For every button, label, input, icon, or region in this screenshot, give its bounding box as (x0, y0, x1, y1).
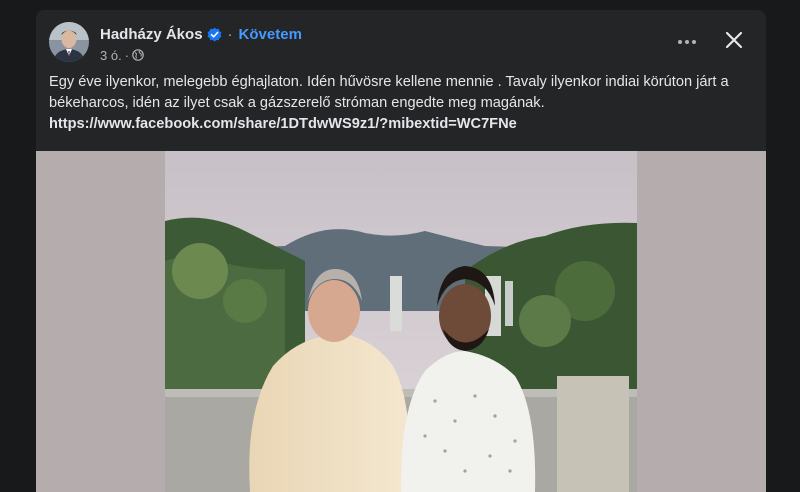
meta-separator: · (124, 47, 130, 63)
author-row: Hadházy Ákos · Követem (100, 24, 302, 44)
post-message: Egy éve ilyenkor, melegebb éghajlaton. I… (49, 74, 729, 111)
post-header: Hadházy Ákos · Követem 3 ó. · (36, 10, 766, 70)
post-photo[interactable] (165, 151, 637, 492)
avatar-image (49, 22, 89, 62)
author-name[interactable]: Hadházy Ákos (100, 26, 203, 43)
verified-badge-icon (207, 27, 221, 41)
author-avatar[interactable] (49, 22, 89, 62)
post-meta: 3 ó. · (100, 47, 144, 63)
follow-button[interactable]: Követem (239, 26, 302, 43)
post-time[interactable]: 3 ó. (100, 48, 122, 63)
close-icon[interactable] (722, 28, 746, 52)
post-media[interactable] (36, 151, 766, 492)
post-body: Egy éve ilyenkor, melegebb éghajlaton. I… (49, 72, 749, 135)
post-link[interactable]: https://www.facebook.com/share/1DTdwWS9z… (49, 114, 749, 135)
separator-dot: · (227, 25, 233, 43)
photo-image (165, 151, 637, 492)
more-options-icon[interactable] (672, 32, 702, 52)
post-card: Hadházy Ákos · Követem 3 ó. · Egy éve il… (36, 10, 766, 492)
globe-icon (132, 49, 144, 61)
